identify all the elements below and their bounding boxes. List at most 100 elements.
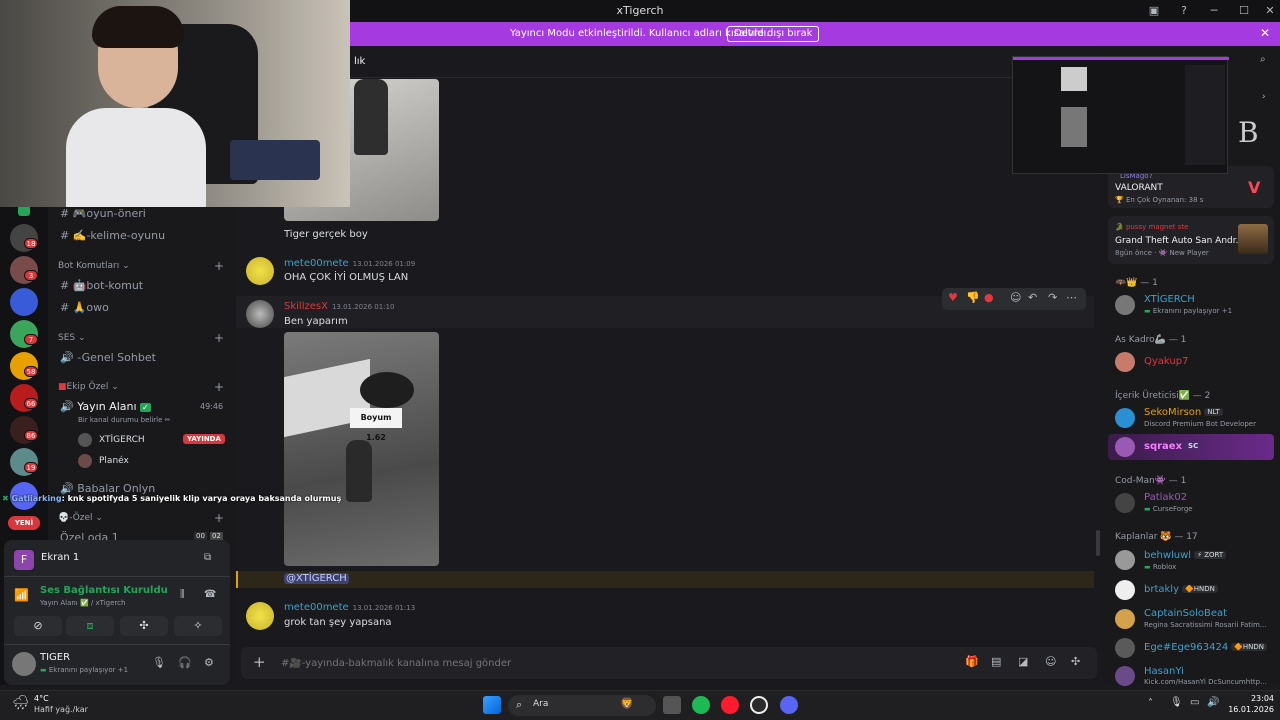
- help-icon[interactable]: ?: [1176, 3, 1192, 19]
- avatar[interactable]: [1115, 550, 1135, 570]
- avatar[interactable]: [1115, 437, 1135, 457]
- channel-item[interactable]: # 🤖bot-komut: [60, 279, 143, 292]
- camera-off-button[interactable]: ⊘: [14, 616, 62, 636]
- add-channel-icon[interactable]: +: [214, 511, 224, 525]
- inbox-icon[interactable]: ▣: [1146, 3, 1162, 19]
- gif-icon[interactable]: ▤: [991, 655, 1001, 668]
- noise-suppression-icon[interactable]: ⫼: [180, 589, 185, 600]
- heart-reaction-icon[interactable]: ♥: [948, 291, 958, 304]
- popout-icon[interactable]: ⧉: [204, 552, 211, 563]
- add-reaction-icon[interactable]: ☺: [1010, 291, 1021, 304]
- chat-scrollbar[interactable]: [1096, 530, 1100, 556]
- avatar[interactable]: [1115, 408, 1135, 428]
- gift-icon[interactable]: 🎁: [965, 655, 979, 668]
- member-name[interactable]: XTİGERCH: [1144, 294, 1195, 305]
- message-author[interactable]: mete00mete: [284, 258, 349, 269]
- headset-icon[interactable]: 🎧: [178, 656, 192, 669]
- chevron-right-icon[interactable]: ›: [1262, 92, 1266, 102]
- member-name[interactable]: SekoMirson NLT: [1144, 407, 1223, 418]
- avatar[interactable]: [12, 652, 36, 676]
- avatar[interactable]: [1115, 609, 1135, 629]
- screen-share-preview[interactable]: [1012, 56, 1229, 174]
- clock-time[interactable]: 23:04: [1226, 694, 1274, 703]
- member-name[interactable]: Qyakup7: [1144, 356, 1188, 367]
- close-window-icon[interactable]: ✕: [1262, 3, 1278, 19]
- channel-item[interactable]: # ✍️-kelime-oyunu: [60, 229, 165, 242]
- avatar[interactable]: [1115, 580, 1135, 600]
- avatar[interactable]: [246, 602, 274, 630]
- opera-icon[interactable]: [721, 696, 739, 714]
- category-ekip[interactable]: ■Ekip Özel ⌄: [58, 382, 119, 392]
- category-ozel[interactable]: 💀-Özel ⌄: [58, 513, 103, 523]
- clock-date[interactable]: 16.01.2026: [1226, 705, 1274, 714]
- mic-icon[interactable]: 🎙: [152, 656, 166, 669]
- member-name[interactable]: HasanYi: [1144, 666, 1184, 677]
- channel-status[interactable]: Bir kanal durumu belirle ✏: [78, 416, 171, 424]
- message-input[interactable]: [281, 655, 881, 671]
- disconnect-icon[interactable]: ☎: [204, 589, 216, 600]
- sticker-icon[interactable]: ◪: [1018, 655, 1028, 668]
- username[interactable]: TIGER: [40, 652, 70, 663]
- message-author[interactable]: SkillzesX: [284, 301, 328, 312]
- add-channel-icon[interactable]: +: [214, 259, 224, 273]
- avatar[interactable]: [1115, 295, 1135, 315]
- volume-icon[interactable]: 🔊: [1207, 697, 1219, 708]
- avatar[interactable]: [1115, 638, 1135, 658]
- connection-channel[interactable]: Yayın Alanı ✅ / xTigerch: [40, 599, 125, 607]
- category-bot[interactable]: Bot Komutları ⌄: [58, 261, 130, 271]
- category-ses[interactable]: SES ⌄: [58, 333, 86, 343]
- weather-icon[interactable]: 🌧: [12, 695, 30, 711]
- member-name[interactable]: brtakly 🔶HNDN: [1144, 584, 1218, 595]
- message-image[interactable]: Boyum 1.62: [284, 332, 439, 566]
- member-name[interactable]: Ege#Ege963424 🔶HNDN: [1144, 642, 1268, 653]
- reply-icon[interactable]: ↶: [1028, 291, 1037, 304]
- settings-gear-icon[interactable]: ⚙: [204, 656, 214, 669]
- member-name[interactable]: CaptainSoloBeat: [1144, 608, 1227, 619]
- mention-chip[interactable]: @XTİGERCH: [284, 573, 349, 584]
- channel-item[interactable]: # 🎮oyun-öneri: [60, 207, 146, 220]
- minimize-icon[interactable]: ─: [1206, 3, 1222, 19]
- avatar[interactable]: [246, 300, 274, 328]
- tray-chevron-icon[interactable]: ˄: [1148, 698, 1153, 709]
- add-channel-icon[interactable]: +: [214, 380, 224, 394]
- close-banner-icon[interactable]: ✕: [1260, 26, 1270, 40]
- avatar[interactable]: [1115, 493, 1135, 513]
- attach-plus-icon[interactable]: +: [253, 653, 266, 671]
- apps-icon[interactable]: ✣: [1071, 655, 1080, 668]
- network-icon[interactable]: ▭: [1190, 697, 1199, 708]
- discord-icon[interactable]: [780, 696, 798, 714]
- disable-streamer-mode-button[interactable]: Devre dışı bırak: [727, 26, 820, 42]
- emoji-icon[interactable]: ☺: [1045, 655, 1056, 668]
- member-name[interactable]: Patlak02: [1144, 492, 1187, 503]
- screen-share-button[interactable]: ⧈: [66, 616, 114, 636]
- channel-item[interactable]: # 🙏owo: [60, 301, 109, 314]
- message-author[interactable]: mete00mete: [284, 602, 349, 613]
- task-view-icon[interactable]: [663, 696, 681, 714]
- start-icon[interactable]: [483, 696, 501, 714]
- red-circle-reaction-icon[interactable]: ●: [984, 291, 994, 304]
- voice-channel-active[interactable]: 🔊 Yayın Alanı ✓: [60, 400, 151, 413]
- voice-user-name[interactable]: Planéx: [99, 456, 129, 466]
- taskbar-search[interactable]: ⌕ Ara 🦁: [508, 695, 656, 716]
- avatar[interactable]: [1115, 666, 1135, 686]
- forward-icon[interactable]: ↷: [1048, 291, 1057, 304]
- mic-tray-icon[interactable]: 🎙: [1170, 697, 1183, 708]
- spotify-icon[interactable]: [692, 696, 710, 714]
- more-options-icon[interactable]: ⋯: [1066, 291, 1077, 304]
- activities-button[interactable]: ✣: [120, 616, 168, 636]
- avatar[interactable]: [246, 257, 274, 285]
- steam-icon[interactable]: [750, 696, 768, 714]
- connection-status[interactable]: Ses Bağlantısı Kuruldu: [40, 585, 168, 596]
- voice-channel-item[interactable]: 🔊 -Genel Sohbet: [60, 351, 156, 364]
- soundboard-button[interactable]: ✧: [174, 616, 222, 636]
- activity-card[interactable]: 🐊 pussy magnet ste Grand Theft Auto San …: [1108, 216, 1274, 264]
- member-name[interactable]: sqraex SC: [1144, 441, 1202, 452]
- new-servers-pill[interactable]: YENİ: [8, 516, 40, 530]
- maximize-icon[interactable]: ☐: [1236, 3, 1252, 19]
- voice-user-name[interactable]: XTİGERCH: [99, 435, 145, 445]
- add-channel-icon[interactable]: +: [214, 331, 224, 345]
- server-icon[interactable]: [10, 288, 38, 316]
- thumbs-reaction-icon[interactable]: 👎: [966, 291, 980, 304]
- search-icon[interactable]: ⌕: [1260, 54, 1266, 65]
- avatar[interactable]: [1115, 352, 1135, 372]
